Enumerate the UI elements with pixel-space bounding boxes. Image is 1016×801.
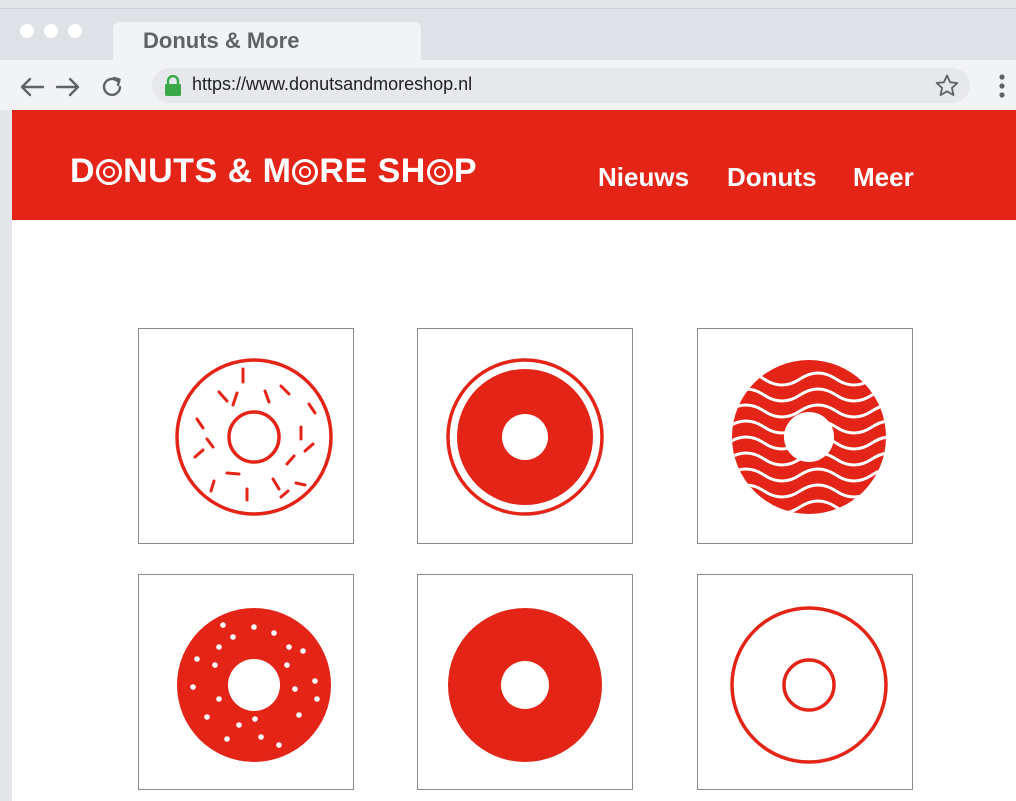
product-card[interactable] [138, 574, 354, 790]
product-card[interactable] [697, 328, 913, 544]
logo-text-1: D [70, 152, 96, 190]
site-logo[interactable]: D NUTS & M RE SH P [70, 152, 477, 191]
nav-donuts[interactable]: Donuts [727, 162, 817, 193]
url-text: https://www.donutsandmoreshop.nl [192, 74, 473, 94]
dotted-solid-donut-icon [177, 608, 331, 762]
arrow-right-icon [55, 77, 80, 97]
sprinkled-outline-donut-icon [175, 358, 333, 516]
bookmark-star-icon[interactable] [934, 73, 960, 99]
ringed-solid-donut-icon [446, 358, 604, 516]
site-header: D NUTS & M RE SH P Nieuws Donuts Meer [12, 110, 1016, 220]
logo-donut-o [292, 159, 319, 185]
plain-solid-donut-icon [448, 608, 602, 762]
reload-icon [102, 76, 122, 97]
wavy-glazed-donut-icon [732, 360, 886, 514]
logo-text-3: RE SH [319, 152, 426, 190]
product-card[interactable] [138, 328, 354, 544]
nav-meer[interactable]: Meer [853, 162, 914, 193]
browser-toolbar: https://www.donutsandmoreshop.nl [0, 60, 1016, 110]
minimize-window-button[interactable] [44, 24, 58, 38]
nav-nieuws[interactable]: Nieuws [598, 162, 689, 193]
product-card[interactable] [697, 574, 913, 790]
logo-donut-o [426, 159, 453, 185]
browser-tab[interactable]: Donuts & More [113, 22, 421, 62]
logo-text-2: NUTS & M [123, 152, 292, 190]
address-bar[interactable]: https://www.donutsandmoreshop.nl [152, 68, 970, 103]
outline-donut-icon [730, 606, 888, 764]
lock-icon [165, 75, 181, 96]
menu-dots-icon[interactable] [992, 72, 1012, 100]
logo-donut-o [96, 159, 123, 185]
browser-window: Donuts & More https://www.donutsandmores… [0, 0, 1016, 801]
product-card[interactable] [417, 328, 633, 544]
close-window-button[interactable] [20, 24, 34, 38]
back-button[interactable] [18, 73, 46, 101]
forward-button[interactable] [54, 73, 82, 101]
product-card[interactable] [417, 574, 633, 790]
tab-title: Donuts & More [143, 28, 300, 53]
window-controls [20, 24, 82, 38]
maximize-window-button[interactable] [68, 24, 82, 38]
logo-text-4: P [453, 152, 477, 190]
page-viewport: D NUTS & M RE SH P Nieuws Donuts Meer [12, 110, 1016, 801]
reload-button[interactable] [98, 73, 126, 101]
arrow-left-icon [20, 77, 45, 97]
